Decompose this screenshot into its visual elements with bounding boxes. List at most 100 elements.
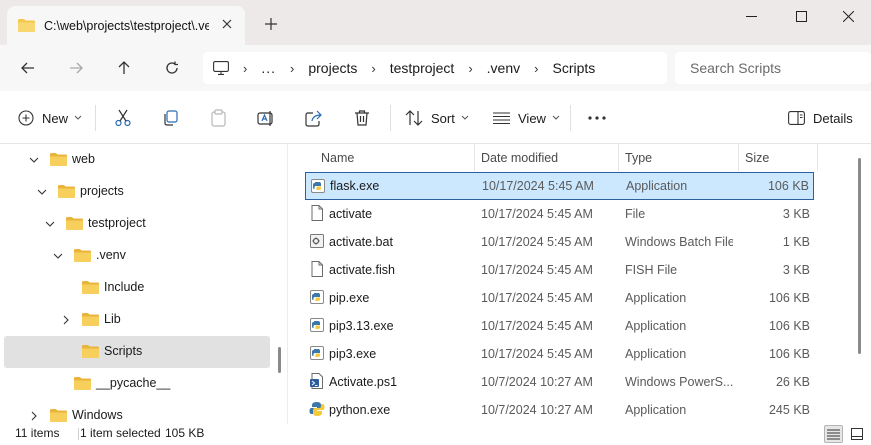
column-header-size[interactable]: Size bbox=[745, 144, 815, 172]
file-row[interactable]: activate.fish 10/17/2024 5:45 AM FISH File… bbox=[305, 256, 814, 284]
tree-item-testproject[interactable]: testproject bbox=[4, 208, 270, 240]
file-name: pip3.13.exe bbox=[329, 319, 394, 333]
arrow-left-icon bbox=[21, 62, 34, 74]
search-input[interactable]: Search Scripts bbox=[675, 52, 871, 84]
file-row[interactable]: activate 10/17/2024 5:45 AM File 3 KB bbox=[305, 200, 814, 228]
file-type: File bbox=[625, 207, 646, 221]
plus-circle-icon bbox=[18, 110, 34, 126]
tiles-view-button[interactable] bbox=[847, 425, 866, 443]
tree-item-projects[interactable]: projects bbox=[4, 176, 270, 208]
column-header-type[interactable]: Type bbox=[625, 144, 737, 172]
new-button[interactable]: New bbox=[18, 103, 82, 133]
file-type: Windows Batch File bbox=[625, 235, 733, 249]
file-type: Application bbox=[625, 403, 687, 417]
forward-button[interactable] bbox=[62, 54, 90, 82]
file-name: activate.bat bbox=[329, 235, 393, 249]
chevron-right-icon: › bbox=[290, 60, 295, 76]
breadcrumb-testproject[interactable]: testproject bbox=[390, 60, 455, 76]
trash-icon bbox=[355, 110, 369, 126]
scissors-icon bbox=[115, 109, 131, 127]
maximize-button[interactable] bbox=[778, 0, 824, 32]
back-button[interactable] bbox=[14, 54, 42, 82]
breadcrumb-projects[interactable]: projects bbox=[308, 60, 357, 76]
file-row[interactable]: activate.bat 10/17/2024 5:45 AM Windows Ba… bbox=[305, 228, 814, 256]
column-header-size-label: Size bbox=[745, 151, 770, 165]
tree-item-windows[interactable]: Windows bbox=[4, 400, 270, 424]
chevron-down-icon[interactable] bbox=[52, 250, 64, 262]
minimize-icon bbox=[745, 15, 757, 17]
details-label: Details bbox=[813, 110, 853, 126]
ellipsis-icon bbox=[588, 116, 606, 120]
tree-item-label: web bbox=[72, 152, 95, 166]
chevron-down-icon bbox=[74, 115, 82, 120]
file-row[interactable]: pip3.exe 10/17/2024 5:45 AM Application 106… bbox=[305, 340, 814, 368]
tree-item-lib[interactable]: Lib bbox=[4, 304, 270, 336]
breadcrumb-venv[interactable]: .venv bbox=[487, 60, 520, 76]
file-date-modified: 10/17/2024 5:45 AM bbox=[481, 235, 593, 249]
file-row[interactable]: python.exe 10/7/2024 10:27 AM Application 2… bbox=[305, 396, 814, 424]
file-name: python.exe bbox=[329, 403, 391, 417]
minimize-button[interactable] bbox=[728, 0, 774, 32]
tab-current-folder[interactable]: C:\web\projects\testproject\.venv\Script… bbox=[7, 6, 245, 45]
tree-item-pycache[interactable]: __pycache__ bbox=[4, 368, 270, 400]
file-row[interactable]: pip3.13.exe 10/17/2024 5:45 AM Application… bbox=[305, 312, 814, 340]
sort-label: Sort bbox=[431, 110, 455, 126]
chevron-right-icon: › bbox=[243, 60, 248, 76]
sort-button[interactable]: Sort bbox=[405, 103, 469, 133]
details-view-button[interactable] bbox=[824, 425, 843, 443]
chevron-right-icon[interactable] bbox=[60, 314, 72, 326]
file-type: Application bbox=[625, 291, 687, 305]
chevron-down-icon[interactable] bbox=[44, 218, 56, 230]
close-window-button[interactable] bbox=[825, 0, 871, 32]
file-row[interactable]: pip.exe 10/17/2024 5:45 AM Application 106 … bbox=[305, 284, 814, 312]
copy-button[interactable] bbox=[162, 103, 179, 133]
more-options-button[interactable]: ... bbox=[588, 103, 606, 133]
breadcrumb-scripts[interactable]: Scripts bbox=[552, 60, 595, 76]
tree-item-venv[interactable]: .venv bbox=[4, 240, 270, 272]
column-header-date-label: Date modified bbox=[481, 151, 559, 165]
up-button[interactable] bbox=[110, 54, 138, 82]
breadcrumb-overflow[interactable]: ... bbox=[261, 60, 276, 76]
tree-item-scripts[interactable]: Scripts bbox=[4, 336, 270, 368]
details-pane-button[interactable]: Details bbox=[788, 103, 853, 133]
arrow-right-icon bbox=[70, 62, 83, 74]
rename-button[interactable] bbox=[257, 103, 275, 133]
file-row[interactable]: Activate.ps1 10/7/2024 10:27 AM Windows Po… bbox=[305, 368, 814, 396]
nav-pane-scrollbar[interactable] bbox=[278, 347, 281, 373]
tree-item-web[interactable]: web bbox=[4, 144, 270, 176]
cut-button[interactable] bbox=[114, 103, 132, 133]
share-button[interactable] bbox=[305, 103, 323, 133]
address-bar[interactable]: › ... › projects › testproject › .venv ›… bbox=[203, 52, 667, 84]
folder-icon bbox=[66, 217, 83, 230]
chevron-right-icon[interactable] bbox=[28, 410, 40, 422]
file-date-modified: 10/7/2024 10:27 AM bbox=[481, 375, 593, 389]
tab-title: C:\web\projects\testproject\.venv\Script… bbox=[44, 18, 209, 33]
column-header-name[interactable]: Name bbox=[321, 144, 471, 172]
file-type: Windows PowerS... bbox=[625, 375, 733, 389]
chevron-down-icon[interactable] bbox=[36, 186, 48, 198]
close-tab-icon[interactable] bbox=[219, 16, 235, 32]
file-row[interactable]: flask.exe 10/17/2024 5:45 AM Application 10… bbox=[305, 172, 814, 200]
column-header-date[interactable]: Date modified bbox=[481, 144, 616, 172]
file-name: Activate.ps1 bbox=[329, 375, 398, 389]
rename-icon bbox=[257, 110, 273, 126]
paste-button[interactable] bbox=[210, 103, 227, 133]
item-count: 11 items bbox=[15, 426, 60, 440]
tree-item-include[interactable]: Include bbox=[4, 272, 270, 304]
refresh-button[interactable] bbox=[158, 54, 186, 82]
folder-icon bbox=[58, 185, 75, 198]
file-type: Application bbox=[625, 319, 687, 333]
chevron-down-icon[interactable] bbox=[28, 154, 40, 166]
file-list-scrollbar[interactable] bbox=[858, 158, 861, 354]
view-button[interactable]: View bbox=[493, 103, 560, 133]
tree-item-label: Lib bbox=[104, 312, 121, 326]
delete-button[interactable] bbox=[354, 103, 370, 133]
new-tab-button[interactable] bbox=[261, 14, 281, 34]
details-pane-icon bbox=[788, 111, 805, 125]
selection-size: 105 KB bbox=[165, 426, 205, 440]
command-bar: New Sort View ... Details bbox=[0, 91, 871, 144]
file-name: activate.fish bbox=[329, 263, 396, 277]
sort-icon bbox=[405, 110, 423, 126]
tree-item-label: Include bbox=[104, 280, 145, 294]
tree-item-label: projects bbox=[80, 184, 124, 198]
